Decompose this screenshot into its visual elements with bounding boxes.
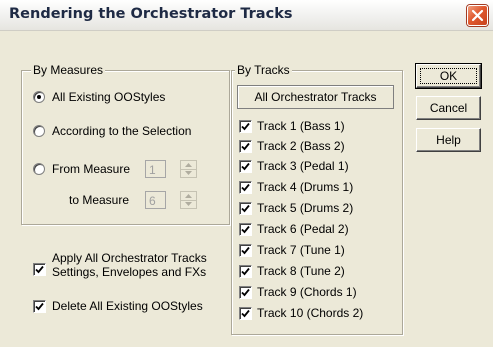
from-measure-input[interactable]: 1 [145,160,166,178]
arrow-up-icon [185,194,192,198]
to-measure-label: to Measure [69,193,130,207]
checkmark-icon [241,267,250,276]
checkmark-icon [241,309,250,318]
checkmark-icon [241,142,250,151]
track-6-checkbox[interactable] [239,223,252,236]
checkmark-icon [241,225,250,234]
track-2-checkbox[interactable] [239,140,252,153]
by-measures-legend: By Measures [31,63,106,77]
radio-according-to-selection[interactable] [33,125,45,137]
track-3-checkbox[interactable] [239,160,252,173]
radio-selected-dot [37,95,41,99]
checkmark-icon [35,265,44,274]
track-7-label[interactable]: Track 7 (Tune 1) [257,243,345,257]
checkmark-icon [241,246,250,255]
cancel-button[interactable]: Cancel [416,96,481,120]
help-button-label: Help [436,133,461,147]
by-tracks-legend: By Tracks [235,63,292,77]
track-10-label[interactable]: Track 10 (Chords 2) [257,306,363,320]
apply-all-label-line2[interactable]: Settings, Envelopes and FXs [52,265,206,279]
track-1-label[interactable]: Track 1 (Bass 1) [257,119,345,133]
track-8-checkbox[interactable] [239,265,252,278]
cancel-button-label: Cancel [429,101,468,115]
checkmark-icon [35,302,44,311]
track-10-checkbox[interactable] [239,307,252,320]
to-measure-input[interactable]: 6 [145,191,166,209]
track-4-checkbox[interactable] [239,181,252,194]
close-button[interactable] [467,5,488,26]
track-3-label[interactable]: Track 3 (Pedal 1) [257,159,349,173]
radio-from-measure-label[interactable]: From Measure [52,162,130,176]
track-9-checkbox[interactable] [239,286,252,299]
arrow-down-icon [185,202,192,206]
to-measure-down-button[interactable] [181,200,196,208]
apply-all-checkbox[interactable] [33,263,46,276]
checkmark-icon [241,288,250,297]
track-1-checkbox[interactable] [239,120,252,133]
track-5-label[interactable]: Track 5 (Drums 2) [257,201,353,215]
radio-all-existing-oostyles[interactable] [33,91,45,103]
ok-button[interactable]: OK [415,63,482,89]
track-6-label[interactable]: Track 6 (Pedal 2) [257,222,349,236]
track-2-label[interactable]: Track 2 (Bass 2) [257,139,345,153]
radio-according-to-selection-label[interactable]: According to the Selection [52,124,191,138]
all-orchestrator-tracks-button[interactable]: All Orchestrator Tracks [237,85,394,109]
from-measure-down-button[interactable] [181,169,196,177]
window-title: Rendering the Orchestrator Tracks [9,6,293,22]
arrow-down-icon [185,171,192,175]
radio-from-measure[interactable] [33,163,45,175]
track-7-checkbox[interactable] [239,244,252,257]
checkmark-icon [241,162,250,171]
track-8-label[interactable]: Track 8 (Tune 2) [257,264,345,278]
to-measure-spinner[interactable] [180,191,197,209]
checkmark-icon [241,204,250,213]
help-button[interactable]: Help [416,128,481,152]
radio-all-existing-oostyles-label[interactable]: All Existing OOStyles [52,90,165,104]
arrow-up-icon [185,163,192,167]
apply-all-label-line1[interactable]: Apply All Orchestrator Tracks [52,251,207,265]
track-9-label[interactable]: Track 9 (Chords 1) [257,285,357,299]
checkmark-icon [241,122,250,131]
checkmark-icon [241,183,250,192]
delete-all-label[interactable]: Delete All Existing OOStyles [52,299,203,313]
focus-ring [420,68,477,84]
title-bar: Rendering the Orchestrator Tracks [0,0,493,31]
track-4-label[interactable]: Track 4 (Drums 1) [257,180,353,194]
track-5-checkbox[interactable] [239,202,252,215]
close-icon [471,9,484,22]
from-measure-spinner[interactable] [180,160,197,178]
delete-all-checkbox[interactable] [33,300,46,313]
